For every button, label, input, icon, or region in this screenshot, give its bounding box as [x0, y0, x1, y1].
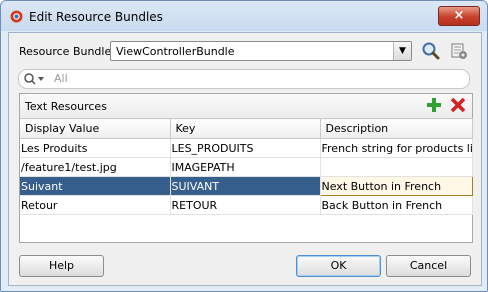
cell-display-value[interactable]: Les Produits — [20, 138, 171, 158]
dialog-content: Resource Bundle: ViewControllerBundle ▼ … — [8, 32, 482, 286]
resource-bundle-value: ViewControllerBundle — [116, 45, 235, 58]
cell-key[interactable]: IMAGEPATH — [170, 157, 321, 177]
close-icon: × — [453, 8, 465, 23]
cell-display-value[interactable]: Suivant — [20, 176, 171, 196]
cell-description[interactable]: French string for products list — [320, 138, 473, 158]
app-icon — [10, 10, 23, 23]
filter-search-icon[interactable] — [23, 72, 47, 86]
search-icon[interactable] — [421, 41, 441, 61]
column-header-display-value[interactable]: Display Value — [20, 118, 171, 139]
cell-description[interactable] — [320, 157, 473, 177]
chevron-down-icon[interactable]: ▼ — [393, 42, 411, 60]
table-row[interactable]: Retour RETOUR Back Button in French — [20, 195, 473, 215]
cell-display-value[interactable]: /feature1/test.jpg — [20, 157, 171, 177]
title-bar[interactable]: Edit Resource Bundles × — [1, 1, 487, 31]
cell-description-editor[interactable]: Next Button in French — [319, 176, 473, 196]
table-row-selected[interactable]: Suivant SUIVANT Next Button in French — [20, 176, 473, 196]
table-row[interactable]: /feature1/test.jpg IMAGEPATH — [20, 157, 473, 177]
manage-bundles-icon[interactable] — [450, 42, 468, 60]
add-icon[interactable] — [426, 97, 442, 113]
dialog-window: Edit Resource Bundles × Resource Bundle:… — [0, 0, 488, 292]
filter-field[interactable]: All — [18, 69, 470, 89]
cell-description[interactable]: Back Button in French — [320, 195, 473, 215]
cell-display-value[interactable]: Retour — [20, 195, 171, 215]
cell-key[interactable]: SUIVANT — [170, 176, 321, 196]
resource-bundle-label: Resource Bundle: — [19, 45, 115, 58]
table-row[interactable]: Les Produits LES_PRODUITS French string … — [20, 138, 473, 158]
panel-header: Text Resources — [20, 94, 472, 118]
text-resources-panel: Text Resources Display Value Key Descrip… — [19, 93, 473, 243]
filter-input[interactable]: All — [54, 72, 68, 85]
help-button[interactable]: Help — [19, 255, 104, 277]
column-header-key[interactable]: Key — [170, 118, 321, 139]
ok-button[interactable]: OK — [296, 255, 381, 277]
close-button[interactable]: × — [438, 6, 480, 26]
delete-icon[interactable] — [450, 97, 466, 113]
resource-bundle-select[interactable]: ViewControllerBundle ▼ — [110, 41, 412, 61]
cell-key[interactable]: RETOUR — [170, 195, 321, 215]
table-header-row: Display Value Key Description — [20, 118, 473, 139]
resources-table: Display Value Key Description Les Produi… — [20, 118, 473, 215]
window-title: Edit Resource Bundles — [29, 10, 163, 24]
panel-title: Text Resources — [25, 100, 107, 113]
cell-key[interactable]: LES_PRODUITS — [170, 138, 321, 158]
column-header-description[interactable]: Description — [320, 118, 473, 139]
cancel-button[interactable]: Cancel — [386, 255, 471, 277]
